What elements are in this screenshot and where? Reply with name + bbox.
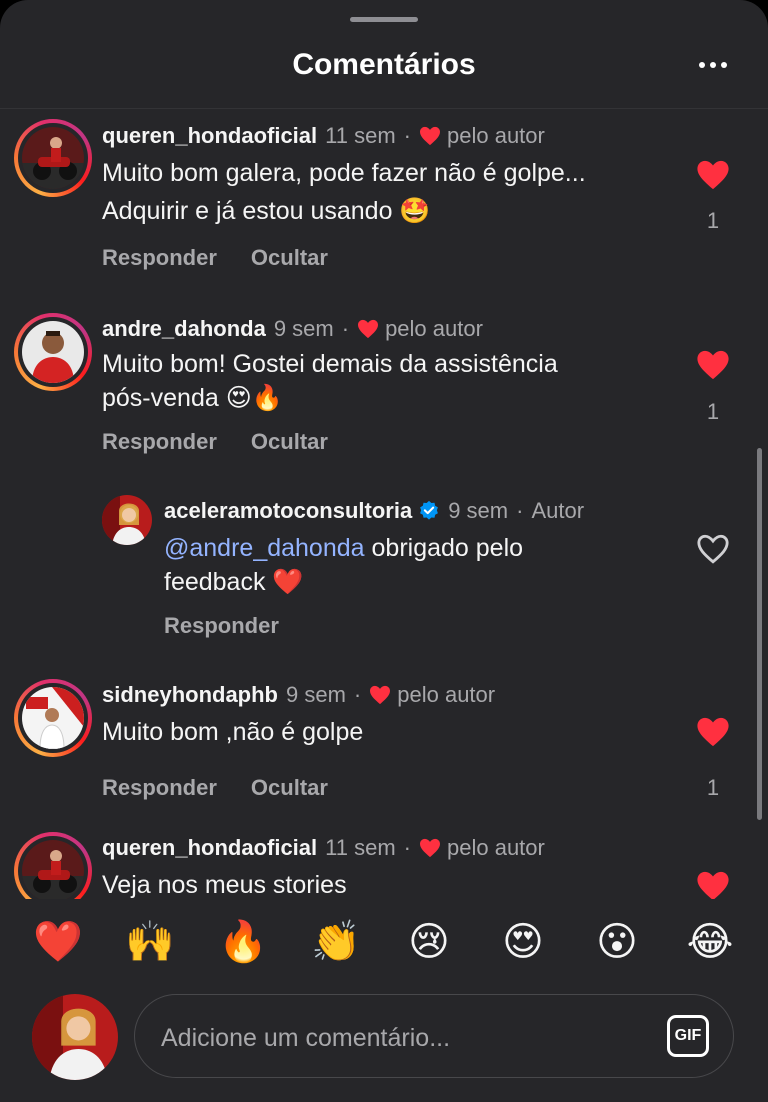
- emoji-reaction-bar: ❤️ 🙌 🔥 👏 😢 😍 😮 😂: [0, 914, 768, 974]
- comment-time: 11 sem: [325, 835, 396, 860]
- reply-avatar[interactable]: [102, 495, 152, 545]
- emoji-clap-button[interactable]: 👏: [308, 914, 364, 970]
- sheet-grabber[interactable]: [350, 17, 418, 22]
- reply-mention-link[interactable]: @andre_dahonda: [164, 534, 365, 562]
- hide-button[interactable]: Ocultar: [251, 245, 328, 271]
- reply-button[interactable]: Responder: [102, 429, 217, 455]
- reply-button[interactable]: Responder: [102, 245, 217, 271]
- heart-filled-icon[interactable]: [696, 870, 730, 899]
- reply-text: obrigado pelo: [364, 534, 524, 562]
- author-liked-heart-icon: [370, 685, 391, 705]
- page-title: Comentários: [292, 48, 476, 81]
- avatar[interactable]: [14, 313, 92, 391]
- reply-time: 9 sem: [448, 498, 509, 523]
- comment-list[interactable]: queren_hondaoficial 11 sem · pelo autor …: [0, 109, 768, 899]
- comment-input[interactable]: [159, 1015, 633, 1061]
- author-liked-heart-icon: [420, 126, 440, 146]
- like-count: 1: [706, 399, 720, 424]
- reply-button[interactable]: Responder: [164, 613, 279, 639]
- comments-sheet: Comentários queren_hondaoficial 11 sem ·…: [0, 0, 768, 1102]
- reply-text-line: feedback ❤️: [164, 568, 304, 596]
- comment-time: 11 sem: [325, 123, 396, 148]
- more-options-icon[interactable]: [692, 50, 734, 80]
- emoji-laugh-button[interactable]: 😂: [682, 914, 738, 970]
- comment-username[interactable]: queren_hondaoficial: [102, 835, 317, 861]
- gif-button[interactable]: GIF: [667, 1015, 709, 1057]
- verified-badge-icon: [420, 500, 439, 520]
- author-liked-heart-icon: [420, 838, 440, 858]
- comment-text-line: Muito bom ,não é golpe: [102, 718, 364, 746]
- scrollbar[interactable]: [757, 448, 762, 820]
- liked-by-author-label: pelo autor: [397, 682, 496, 707]
- emoji-heart-button[interactable]: ❤️: [30, 914, 86, 970]
- comment-text-line: Adquirir e já estou usando 🤩: [102, 197, 431, 225]
- heart-filled-icon[interactable]: [696, 349, 730, 381]
- emoji-fire-button[interactable]: 🔥: [215, 914, 271, 970]
- author-liked-heart-icon: [358, 319, 379, 339]
- reply-button[interactable]: Responder: [102, 775, 217, 801]
- heart-outline-icon[interactable]: [696, 533, 730, 565]
- avatar[interactable]: [14, 832, 92, 899]
- reply-username[interactable]: aceleramotoconsultoria: [164, 498, 412, 524]
- hide-button[interactable]: Ocultar: [251, 429, 328, 455]
- like-count: 1: [706, 775, 720, 800]
- emoji-raised-hands-button[interactable]: 🙌: [122, 914, 178, 970]
- comment-username[interactable]: andre_dahonda: [102, 316, 266, 342]
- comment-composer: GIF: [134, 994, 734, 1078]
- emoji-heart-eyes-button[interactable]: 😍: [495, 914, 551, 970]
- avatar[interactable]: [14, 679, 92, 757]
- comment-username[interactable]: sidneyhondaphb: [102, 682, 278, 708]
- comment-text-line: Veja nos meus stories: [102, 871, 347, 899]
- hide-button[interactable]: Ocultar: [251, 775, 328, 801]
- avatar[interactable]: [14, 119, 92, 197]
- like-count: 1: [706, 208, 720, 233]
- comment-text-line: Muito bom! Gostei demais da assistência: [102, 350, 558, 378]
- liked-by-author-label: pelo autor: [447, 835, 545, 860]
- emoji-surprised-button[interactable]: 😮: [589, 914, 645, 970]
- emoji-cry-button[interactable]: 😢: [401, 914, 457, 970]
- comment-text-line: pós-venda 😍🔥: [102, 384, 283, 412]
- comment-time: 9 sem: [273, 316, 334, 341]
- heart-filled-icon[interactable]: [696, 159, 730, 191]
- comment-text-line: Muito bom galera, pode fazer não é golpe…: [102, 159, 586, 187]
- current-user-avatar[interactable]: [32, 994, 118, 1080]
- comment-username[interactable]: queren_hondaoficial: [102, 123, 317, 149]
- liked-by-author-label: pelo autor: [447, 123, 545, 148]
- comment-time: 9 sem: [286, 682, 346, 707]
- heart-filled-icon[interactable]: [696, 716, 730, 748]
- liked-by-author-label: pelo autor: [385, 316, 483, 341]
- author-tag: Autor: [531, 498, 585, 523]
